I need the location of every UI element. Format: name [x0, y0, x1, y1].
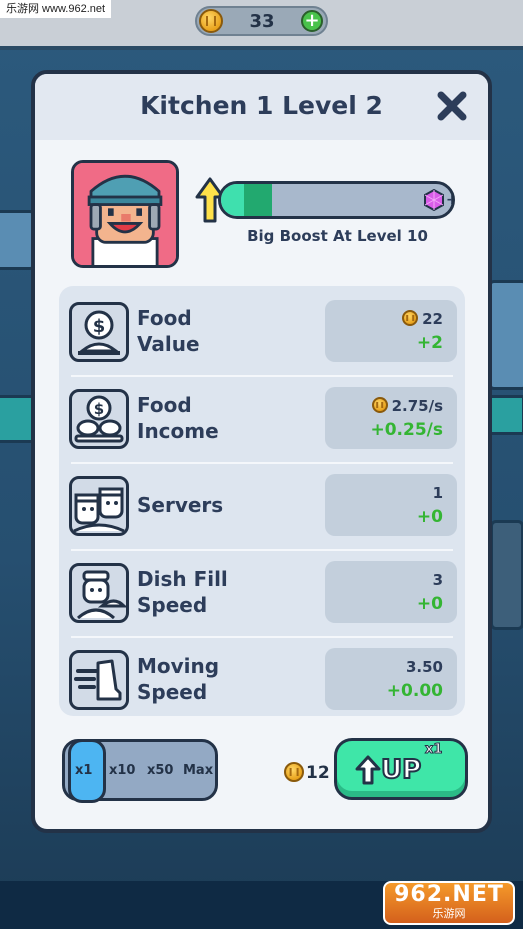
upgrade-cost: 12: [284, 762, 330, 784]
stat-increase: +0: [416, 594, 443, 614]
stat-increase: +0: [416, 507, 443, 527]
bg-machine-right: [490, 520, 523, 630]
svg-text:$: $: [93, 316, 106, 337]
stats-panel: $ Food Value 22 +2 $ Food Income 2.75/s +0…: [59, 286, 465, 716]
upgrade-multiplier-badge: x1: [424, 742, 443, 757]
stat-current-value: 22: [422, 310, 443, 328]
stat-increase: +2: [416, 333, 443, 353]
svg-text:$: $: [94, 400, 104, 418]
stat-increase: +0.25/s: [370, 420, 443, 440]
boost-label: Big Boost At Level 10: [247, 227, 428, 245]
close-icon: [437, 91, 467, 121]
coin-counter: 33 +: [195, 6, 328, 36]
add-coins-button[interactable]: +: [301, 10, 323, 32]
servers-icon: [69, 476, 129, 536]
chef-portrait: [71, 160, 179, 268]
multiplier-option-x1[interactable]: x1: [75, 763, 92, 779]
dialog-header: Kitchen 1 Level 2: [35, 74, 488, 140]
stat-name: Food Income: [137, 393, 219, 443]
stat-row-food-income: $ Food Income 2.75/s +0.25/s: [67, 379, 457, 464]
purchase-multiplier-toggle[interactable]: x1 x10 x50 Max: [62, 739, 218, 803]
stat-name: Servers: [137, 493, 224, 517]
multiplier-option-max[interactable]: Max: [183, 763, 213, 779]
level-progress-fill: [221, 184, 272, 216]
bg-counter-right: [488, 280, 523, 390]
stat-row-dish-fill-speed: Dish Fill Speed 3 +0: [67, 553, 457, 638]
upgrade-cost-value: 12: [306, 763, 330, 783]
upgrade-button[interactable]: UP x1: [334, 738, 468, 800]
kitchen-upgrade-dialog: Kitchen 1 Level 2 +5: [31, 70, 492, 833]
multiplier-option-x50[interactable]: x50: [147, 763, 173, 779]
chef-avatar-icon: [74, 163, 176, 265]
stat-value-box: 2.75/s +0.25/s: [325, 387, 457, 449]
stat-value-box: 3.50 +0.00: [325, 648, 457, 710]
stat-row-servers: Servers 1 +0: [67, 466, 457, 551]
stat-name: Food Value: [137, 306, 200, 356]
watermark-text: 乐游网 www.962.net: [0, 0, 112, 18]
stat-current-value: 3: [432, 571, 443, 589]
coin-icon: [199, 9, 223, 33]
food-value-icon: $: [69, 302, 129, 362]
gem-reward: +5: [446, 191, 452, 209]
stat-value-box: 3 +0: [325, 561, 457, 623]
gem-icon: [424, 189, 444, 211]
stat-name: Dish Fill Speed: [137, 567, 228, 617]
dish-fill-icon: [69, 563, 129, 623]
moving-speed-icon: [69, 650, 129, 710]
site-logo: 962.NET 乐游网: [383, 881, 515, 925]
multiplier-option-x10[interactable]: x10: [109, 763, 135, 779]
coin-icon: [371, 397, 388, 413]
upgrade-button-label: UP: [380, 754, 422, 786]
dialog-title: Kitchen 1 Level 2: [140, 91, 383, 120]
close-button[interactable]: [436, 90, 468, 122]
stat-current-value: 2.75/s: [391, 397, 443, 415]
coin-icon: [402, 310, 419, 326]
food-income-icon: $: [69, 389, 129, 449]
stat-current-value: 3.50: [405, 658, 443, 676]
stat-name: Moving Speed: [137, 654, 220, 704]
level-progress-bar: +5: [218, 181, 455, 219]
stat-value-box: 22 +2: [325, 300, 457, 362]
stat-increase: +0.00: [386, 681, 443, 701]
stat-row-moving-speed: Moving Speed 3.50 +0.00: [67, 640, 457, 720]
stat-current-value: 1: [432, 484, 443, 502]
stat-row-food-value: $ Food Value 22 +2: [67, 292, 457, 377]
up-arrow-icon: [355, 755, 381, 785]
coin-icon: [284, 762, 304, 782]
stat-value-box: 1 +0: [325, 474, 457, 536]
coin-amount: 33: [249, 11, 275, 32]
